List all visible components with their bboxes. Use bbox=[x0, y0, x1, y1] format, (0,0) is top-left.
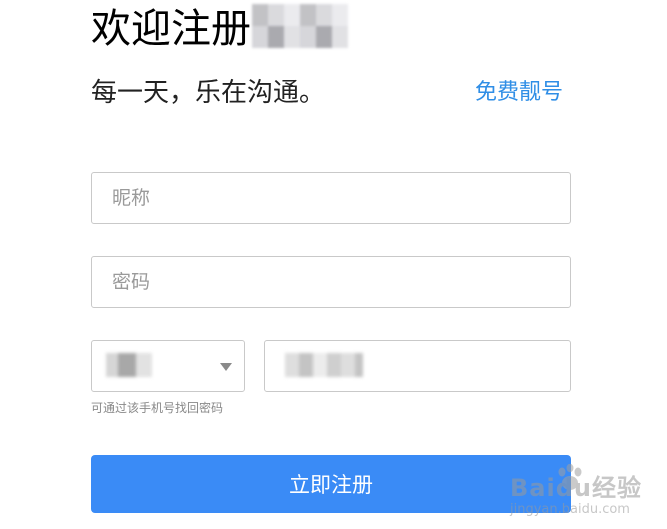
phone-hint: 可通过该手机号找回密码 bbox=[91, 401, 224, 415]
page-title: 欢迎注册 bbox=[91, 6, 251, 52]
password-input[interactable] bbox=[112, 257, 560, 307]
watermark-brand: Baidu经验 bbox=[510, 474, 642, 502]
phone-field-box[interactable] bbox=[264, 340, 571, 392]
redacted-title-suffix bbox=[252, 4, 348, 48]
baidu-jingyan-watermark: Baidu经验 jingyan.baidu.com bbox=[510, 458, 660, 524]
register-submit-button[interactable]: 立即注册 bbox=[91, 455, 571, 513]
password-field-box bbox=[91, 256, 571, 308]
redacted-phone-number bbox=[285, 353, 363, 377]
caret-down-icon bbox=[220, 363, 232, 371]
redacted-country-code bbox=[106, 353, 152, 377]
register-page: 欢迎注册 每一天，乐在沟通。 免费靓号 可通过该手机号找回密码 立即注册 Bai… bbox=[0, 0, 667, 529]
nickname-field-box bbox=[91, 172, 571, 224]
nickname-input[interactable] bbox=[112, 173, 560, 223]
free-vip-number-link[interactable]: 免费靓号 bbox=[475, 78, 563, 108]
watermark-url: jingyan.baidu.com bbox=[510, 502, 630, 517]
country-code-select[interactable] bbox=[91, 340, 245, 392]
page-subtitle: 每一天，乐在沟通。 bbox=[91, 78, 326, 108]
